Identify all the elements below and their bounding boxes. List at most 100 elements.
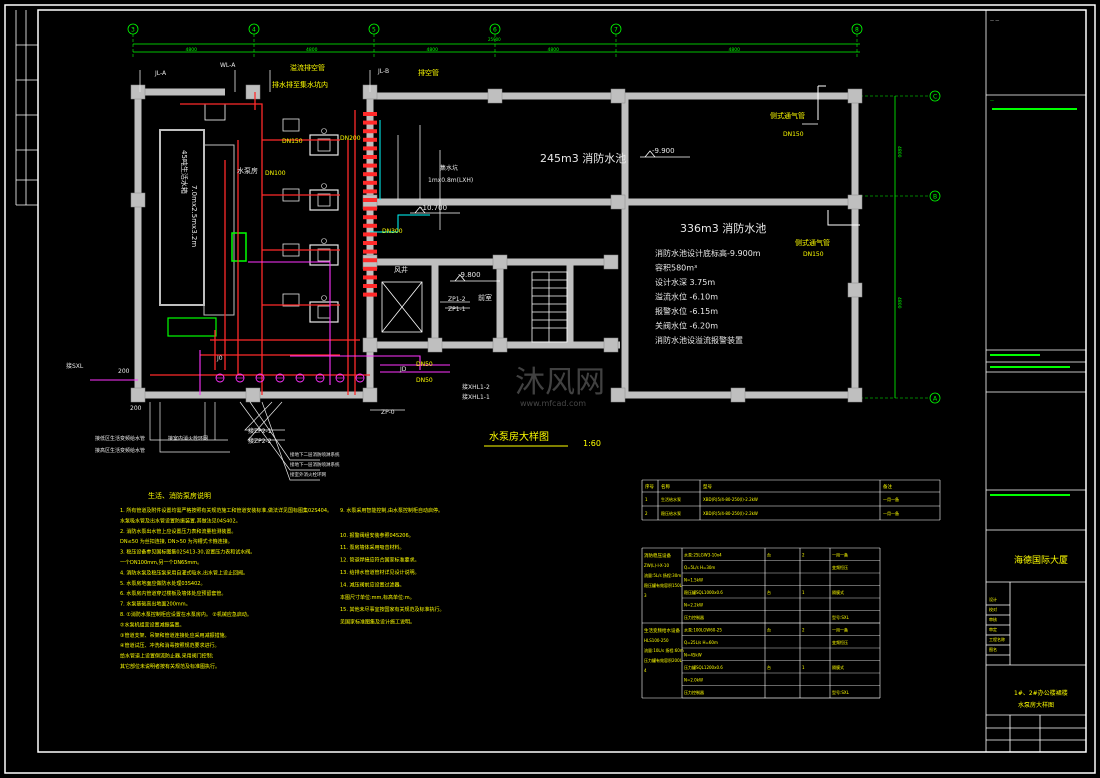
dim-value: 4800 [186,47,198,53]
pool-note-line: 消防水池设计底标高-9.900m [655,248,761,258]
dim-right-values: 4800 4800 [896,146,902,309]
note-line: 其它部位未说明者按有关规范及标准图执行。 [120,663,220,670]
table-cell: 隔膜式 [832,664,844,670]
note-line: DN≤50 为丝扣连接, DN>50 为沟槽式卡箍连接。 [120,538,233,545]
pool2-label: 336m3 消防水池 [680,221,766,235]
branch-2: 接地下一层消防喷淋系统 [290,461,340,468]
shaft-label: 风井 [394,265,408,274]
branch-5: 接低区生活变频给水管 [95,435,145,442]
group-line: HLS100-250 [644,638,669,643]
sxl-label: 接SXL [66,362,84,370]
valve-mark [363,189,377,194]
table-cell: 隔膜式 [832,589,844,595]
group-line: 流量:5L/s 扬程:30m [644,572,681,578]
note-line: 本图尺寸单位:mm,标高单位:m。 [340,594,415,601]
tb-row-label: 校对 [989,606,997,612]
tb-row-label: 图名 [989,646,997,652]
note-line: 水泵吸水管及出水管设置防振装置,其做法见04S402。 [120,517,241,524]
group-line: 流量:10L/s 扬程:60m [644,647,684,653]
dn200-label: DN200 [340,135,361,142]
note-line: 10. 报警阀组安装参照04S206。 [340,532,414,539]
table-cell: Q=25L/s H=60m [684,640,718,645]
group-line: 压力罐有效容积200L [644,657,683,663]
pump-motor [317,305,331,319]
axis-number: 8 [855,27,859,34]
watermark-url: www.mfcad.com [520,399,586,408]
column [730,387,746,403]
num-200b: 200 [130,405,142,412]
valve-mark [363,112,377,116]
table-cell: N=1.5kW [684,578,703,583]
valve-mark [363,223,377,228]
pump-label-dot [321,183,327,189]
pump-label-dot [321,128,327,134]
zp2-1-label: 接ZP2-1 [248,427,272,435]
dim-total: 25900 [488,37,501,42]
column [610,194,626,210]
column [847,88,863,104]
note-line: 9. 水泵采用智能控制,由水泵控制柜自动启停。 [340,507,443,514]
side-vent-1: 侧式通气管 [770,111,805,120]
table-cell: 台 [767,627,771,633]
dn150-label: DN150 [282,138,303,145]
dn50-a: DN50 [416,361,433,368]
sump-size: 1mx0.8m(LXH) [428,177,473,184]
table-cell: Q=5L/s H=30m [684,565,715,570]
dn300-label: DN300 [382,228,403,235]
valve-mark [363,206,377,211]
axis-number: 7 [614,27,618,34]
table-cell: N=2.2kW [684,603,703,608]
column [603,254,619,270]
axis-number: 5 [372,27,376,34]
note-line: 14. 减压阀前应设置过滤器。 [340,581,405,588]
tank-label: 45吨生活水箱 [180,150,189,194]
group-line: 3 [644,593,647,598]
table-cell: 2 [802,628,805,633]
watermark: 沐风网 [515,365,605,400]
pump-label-dot [321,295,327,301]
valve-mark [363,137,377,142]
column [847,387,863,403]
overflow-vent-label: 溢流排空管 [290,63,325,72]
column [245,84,261,100]
pump-label-dot [321,238,327,244]
tb-sheet-title-2: 水泵房大样图 [1018,701,1054,709]
tb-sheet-title-1: 1#、2#办公楼裙楼 [1014,689,1068,697]
pump-base [309,134,339,156]
axis-letter: C [933,94,937,101]
small-equipment-table: 序号 名称 型号 备注 1 生活给水泵 XBD(R)5/4-80-250(I)-2.2kW 一… [641,479,941,521]
tb-row-label: 设计 [989,596,997,602]
column [610,88,626,104]
jl-a-label: JL-A [154,70,167,77]
shaft-level: -9.800 [458,271,481,279]
valve-mark [363,215,377,220]
table-cell: 稳压罐SQL1000x0.6 [684,589,723,595]
table-cell: 2 [645,511,648,516]
table-cell: 一用一备 [832,627,848,633]
table-cell: 变频恒压 [832,639,848,645]
table-cell: 1 [802,665,805,670]
dn50-b: DN50 [416,377,433,384]
table-header: 序号 [645,483,654,490]
group-line: 4 [644,668,647,673]
zp1-1-label: ZP1-1 [448,306,466,313]
drawing-scale: 1:60 [583,439,601,448]
column [362,387,378,403]
branch-4: 接室内消火栓环网 [168,435,208,442]
column [847,194,863,210]
num-200a: 200 [118,368,130,375]
valve-mark [363,180,377,185]
table-cell: 水泵:100LGW60-25 [684,627,722,633]
tb-row-label: 审定 [989,626,997,632]
pool1-label: 245m3 消防水池 [540,151,626,165]
column [492,254,508,270]
table-cell: 水泵:25LGW3-10x4 [684,552,722,558]
dn100-label: DN100 [265,170,286,177]
table-cell: 生活给水泵 [661,496,681,502]
note-line: 4. 消防水泵及稳压泵采用自灌式吸水,出水管上设止回阀。 [120,569,248,576]
notes-title: 生活、消防泵房说明 [148,491,211,500]
branch-6: 接高区生活变频给水管 [95,447,145,454]
table-header: 备注 [883,483,892,490]
dim-value: 4800 [306,47,318,53]
table-cell: N=2.0kW [684,678,703,683]
